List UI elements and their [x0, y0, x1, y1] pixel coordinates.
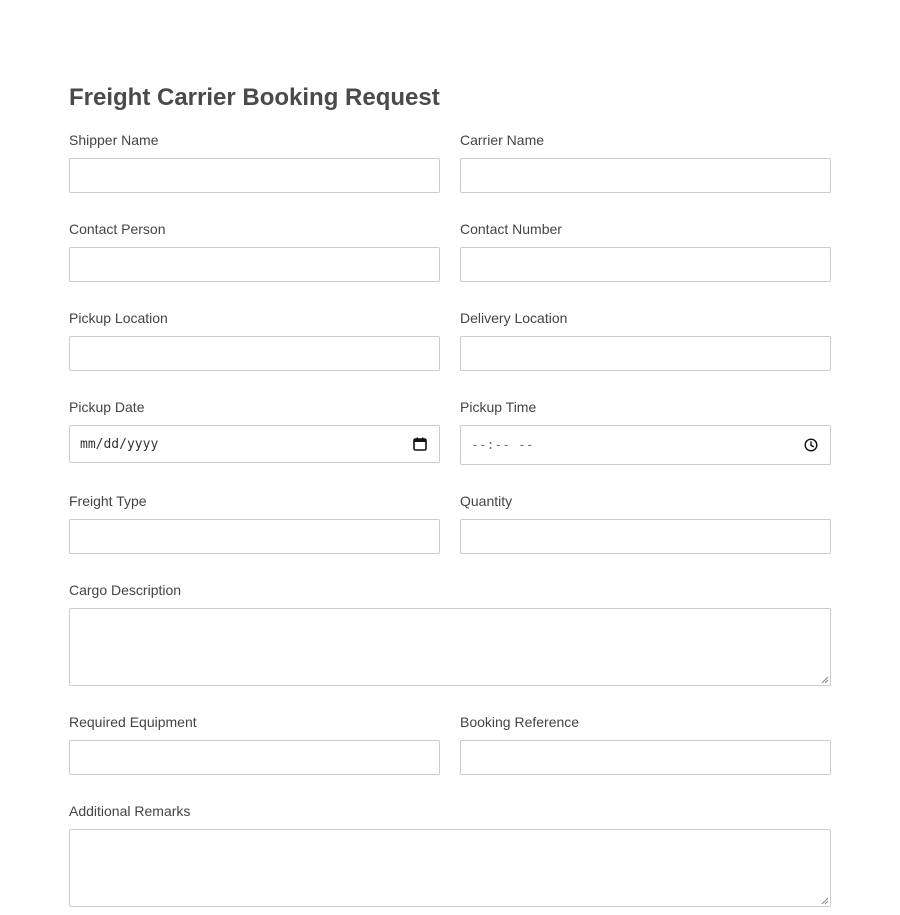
pickup-location-group: Pickup Location	[69, 310, 440, 371]
form-row: Pickup Date mm/dd/yyyy Pickup Time --:--…	[69, 399, 831, 465]
form-row: Freight Type Quantity	[69, 493, 831, 554]
quantity-label: Quantity	[460, 493, 513, 509]
pickup-time-label: Pickup Time	[460, 399, 537, 415]
delivery-location-label: Delivery Location	[460, 310, 568, 326]
pickup-date-placeholder: mm/dd/yyyy	[80, 436, 159, 452]
contact-person-label: Contact Person	[69, 221, 166, 237]
resize-grip-icon[interactable]	[821, 676, 829, 684]
pickup-date-input[interactable]: mm/dd/yyyy	[69, 425, 440, 463]
additional-remarks-textarea[interactable]	[69, 829, 831, 907]
booking-reference-input[interactable]	[460, 740, 831, 775]
form-row: Pickup Location Delivery Location	[69, 310, 831, 371]
cargo-description-group: Cargo Description	[69, 582, 831, 686]
shipper-name-label: Shipper Name	[69, 132, 159, 148]
form-title: Freight Carrier Booking Request	[69, 84, 440, 111]
contact-number-label: Contact Number	[460, 221, 562, 237]
pickup-date-label: Pickup Date	[69, 399, 145, 415]
freight-type-group: Freight Type	[69, 493, 440, 554]
contact-number-input[interactable]	[460, 247, 831, 282]
additional-remarks-group: Additional Remarks	[69, 803, 831, 907]
required-equipment-input[interactable]	[69, 740, 440, 775]
contact-number-group: Contact Number	[460, 221, 831, 282]
cargo-description-label: Cargo Description	[69, 582, 182, 598]
pickup-time-input[interactable]: --:-- --	[460, 425, 831, 465]
pickup-time-placeholder: --:-- --	[471, 437, 534, 453]
freight-type-label: Freight Type	[69, 493, 147, 509]
cargo-description-textarea[interactable]	[69, 608, 831, 686]
booking-reference-group: Booking Reference	[460, 714, 831, 775]
form-row: Additional Remarks	[69, 803, 831, 907]
pickup-time-group: Pickup Time --:-- --	[460, 399, 831, 465]
required-equipment-label: Required Equipment	[69, 714, 197, 730]
resize-grip-icon[interactable]	[821, 897, 829, 905]
pickup-date-group: Pickup Date mm/dd/yyyy	[69, 399, 440, 465]
booking-reference-label: Booking Reference	[460, 714, 580, 730]
booking-form: Freight Carrier Booking Request Shipper …	[69, 82, 831, 907]
clock-icon[interactable]	[804, 438, 818, 452]
shipper-name-input[interactable]	[69, 158, 440, 193]
carrier-name-label: Carrier Name	[460, 132, 545, 148]
form-row: Shipper Name Carrier Name	[69, 132, 831, 193]
carrier-name-input[interactable]	[460, 158, 831, 193]
freight-type-input[interactable]	[69, 519, 440, 554]
delivery-location-group: Delivery Location	[460, 310, 831, 371]
quantity-group: Quantity	[460, 493, 831, 554]
pickup-location-label: Pickup Location	[69, 310, 168, 326]
carrier-name-group: Carrier Name	[460, 132, 831, 193]
quantity-input[interactable]	[460, 519, 831, 554]
calendar-icon[interactable]	[413, 437, 427, 451]
contact-person-group: Contact Person	[69, 221, 440, 282]
contact-person-input[interactable]	[69, 247, 440, 282]
form-row: Required Equipment Booking Reference	[69, 714, 831, 775]
required-equipment-group: Required Equipment	[69, 714, 440, 775]
shipper-name-group: Shipper Name	[69, 132, 440, 193]
pickup-location-input[interactable]	[69, 336, 440, 371]
form-row: Cargo Description	[69, 582, 831, 686]
form-row: Contact Person Contact Number	[69, 221, 831, 282]
additional-remarks-label: Additional Remarks	[69, 803, 191, 819]
delivery-location-input[interactable]	[460, 336, 831, 371]
